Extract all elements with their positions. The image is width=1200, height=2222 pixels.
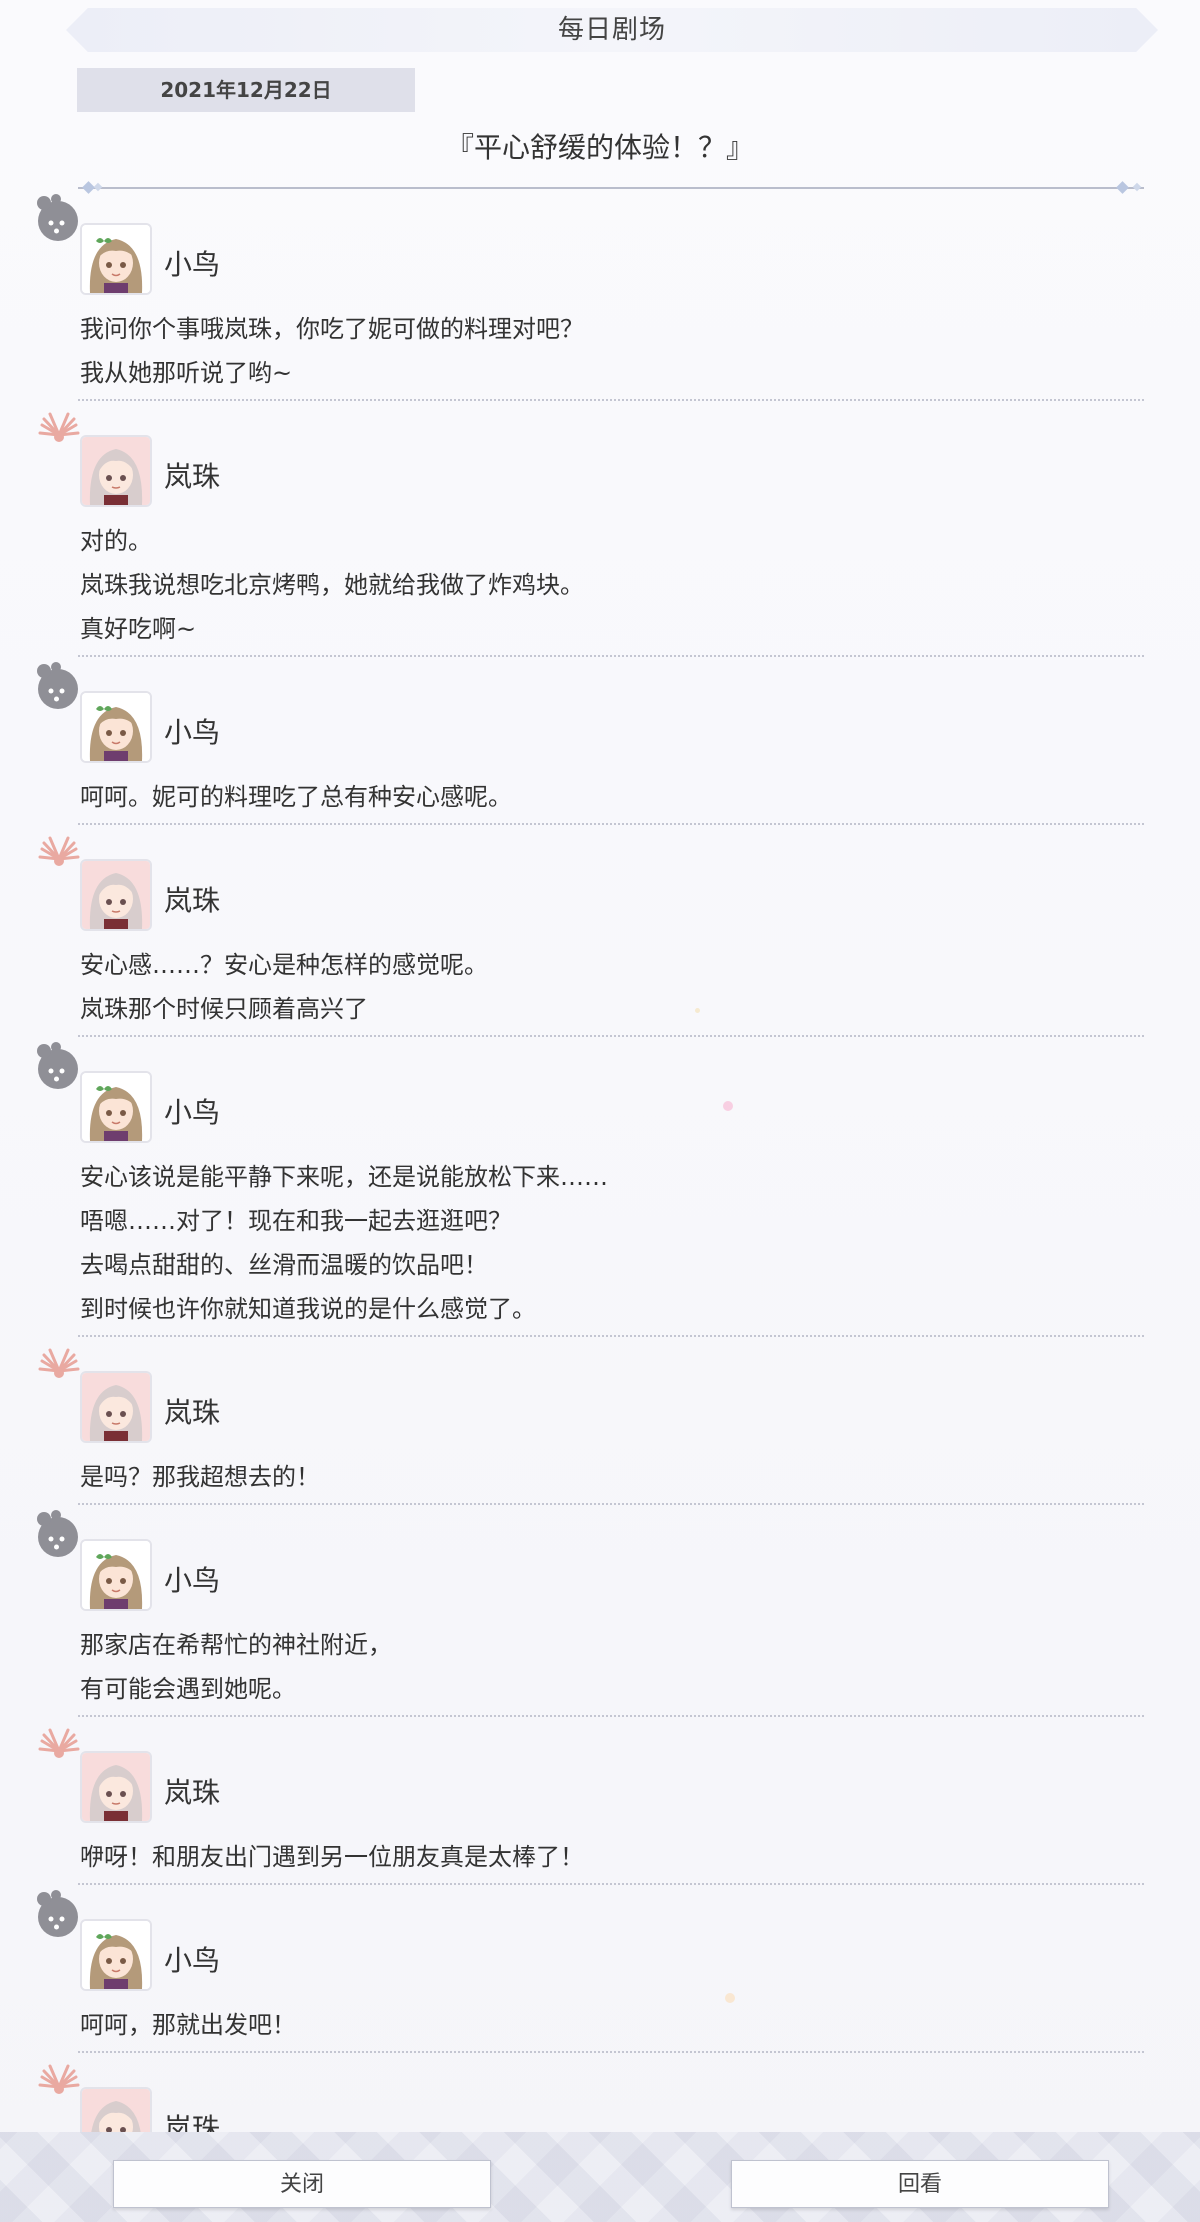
entry-separator: [78, 1883, 1144, 1885]
speaker-name: 岚珠: [164, 1396, 221, 1429]
wing-emblem-icon: [34, 405, 84, 455]
dialogue-line: 岚珠我说想吃北京烤鸭，她就给我做了炸鸡块。: [80, 571, 584, 599]
avatar: [80, 1751, 152, 1823]
speaker-name: 岚珠: [164, 460, 221, 493]
dialogue-line: 安心感……？安心是种怎样的感觉呢。: [80, 951, 488, 979]
divider-diamond-icon: [93, 182, 103, 192]
avatar: [80, 435, 152, 507]
wing-emblem-icon: [34, 1721, 84, 1771]
wing-emblem-icon: [34, 1341, 84, 1391]
speaker-name: 小鸟: [164, 1944, 221, 1977]
speaker-name: 岚珠: [164, 884, 221, 917]
date-text: 2021年12月22日: [160, 78, 332, 102]
avatar: [80, 1071, 152, 1143]
sparkle-decoration-icon: [695, 1008, 700, 1013]
avatar: [80, 1919, 152, 1991]
sparkle-decoration-icon: [725, 1993, 735, 2003]
avatar: [80, 1539, 152, 1611]
entry-separator: [78, 1715, 1144, 1717]
avatar: [80, 691, 152, 763]
avatar: [80, 1371, 152, 1443]
bibi-emblem-icon: [34, 1889, 84, 1939]
divider-diamond-icon: [82, 181, 95, 194]
dialogue-line: 到时候也许你就知道我说的是什么感觉了。: [80, 1295, 536, 1323]
dialogue-line: 呵呵，那就出发吧！: [80, 2011, 296, 2039]
dialogue-line: 是吗？那我超想去的！: [80, 1463, 320, 1491]
dialogue-line: 呵呵。妮可的料理吃了总有种安心感呢。: [80, 783, 512, 811]
dialogue-line: 去喝点甜甜的、丝滑而温暖的饮品吧！: [80, 1251, 488, 1279]
dialogue-line: 有可能会遇到她呢。: [80, 1675, 296, 1703]
entry-separator: [78, 655, 1144, 657]
entry-separator: [78, 2051, 1144, 2053]
replay-button[interactable]: 回看: [731, 2160, 1109, 2208]
sparkle-decoration-icon: [723, 1101, 733, 1111]
divider-diamond-icon: [1132, 182, 1142, 192]
bibi-emblem-icon: [34, 661, 84, 711]
close-button[interactable]: 关闭: [113, 2160, 491, 2208]
entry-separator: [78, 399, 1144, 401]
entry-separator: [78, 823, 1144, 825]
daily-theater-screen: 每日剧场 2021年12月22日 『平心舒缓的体验！？』 小鸟 我问你个事哦岚珠…: [0, 0, 1200, 2222]
speaker-name: 小鸟: [164, 1564, 221, 1597]
avatar: [80, 859, 152, 931]
bibi-emblem-icon: [34, 1509, 84, 1559]
speaker-name: 小鸟: [164, 248, 221, 281]
divider-diamond-icon: [1116, 181, 1129, 194]
entry-separator: [78, 1335, 1144, 1337]
speaker-name: 小鸟: [164, 1096, 221, 1129]
title-divider: [78, 187, 1144, 189]
dialogue-line: 安心该说是能平静下来呢，还是说能放松下来……: [80, 1163, 608, 1191]
entry-separator: [78, 1503, 1144, 1505]
header-banner: 每日剧场: [66, 8, 1158, 52]
dialogue-line: 对的。: [80, 527, 152, 555]
speaker-name: 小鸟: [164, 716, 221, 749]
dialogue-line: 我问你个事哦岚珠，你吃了妮可做的料理对吧？: [80, 315, 584, 343]
dialogue-line: 我从她那听说了哟~: [80, 359, 293, 387]
dialogue-line: 那家店在希帮忙的神社附近，: [80, 1631, 392, 1659]
dialogue-line: 唔嗯……对了！现在和我一起去逛逛吧？: [80, 1207, 512, 1235]
bibi-emblem-icon: [34, 193, 84, 243]
avatar: [80, 223, 152, 295]
dialogue-line: 岚珠那个时候只顾着高兴了: [80, 995, 368, 1023]
page-title: 每日剧场: [557, 15, 666, 45]
date-badge: 2021年12月22日: [77, 68, 415, 112]
dialogue-line: 真好吃啊~: [80, 615, 197, 643]
wing-emblem-icon: [34, 829, 84, 879]
story-title: 『平心舒缓的体验！？』: [445, 131, 754, 164]
entry-separator: [78, 1035, 1144, 1037]
wing-emblem-icon: [34, 2057, 84, 2107]
speaker-name: 岚珠: [164, 1776, 221, 1809]
dialogue-line: 咿呀！和朋友出门遇到另一位朋友真是太棒了！: [80, 1843, 584, 1871]
bibi-emblem-icon: [34, 1041, 84, 1091]
